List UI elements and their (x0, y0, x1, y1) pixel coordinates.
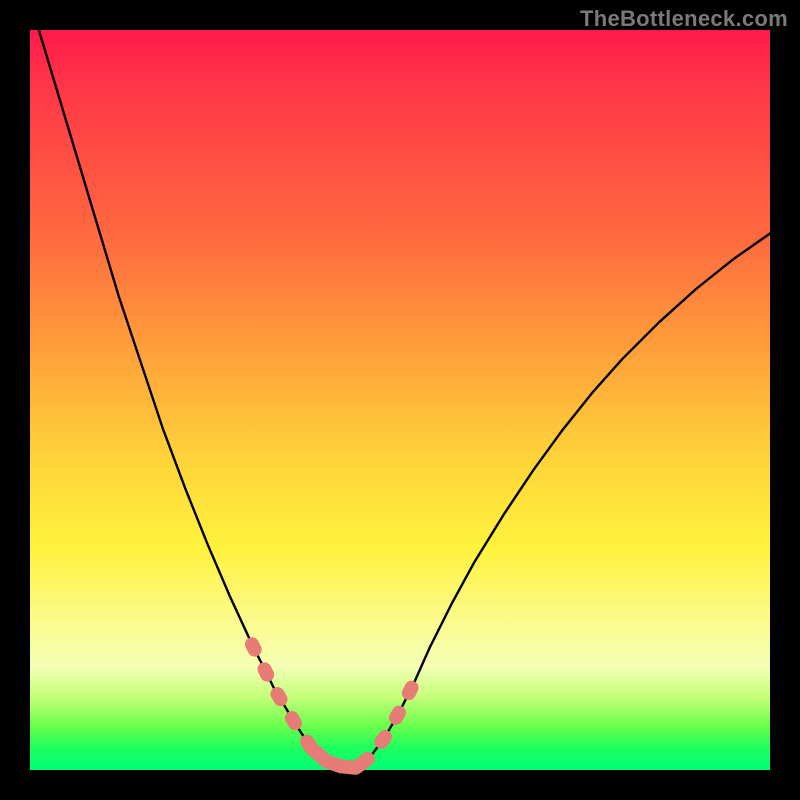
watermark-text: TheBottleneck.com (580, 6, 788, 32)
highlight-bottom-line (311, 748, 363, 768)
plot-area (30, 30, 770, 770)
highlight-right-line (363, 681, 415, 762)
curve-left-line (30, 0, 356, 767)
chart-frame: TheBottleneck.com (0, 0, 800, 800)
curve-layer (30, 30, 770, 770)
